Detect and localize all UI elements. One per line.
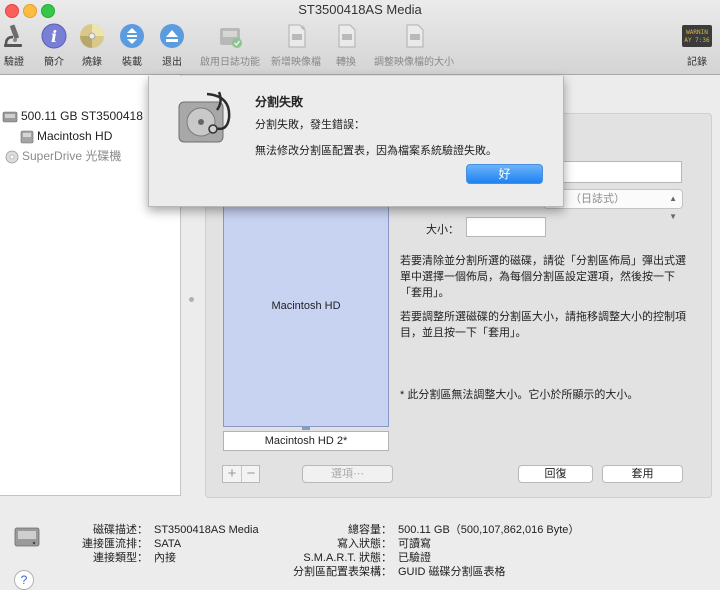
toolbar-label: 燒錄: [82, 57, 102, 68]
help-text-resize: 若要調整所選磁碟的分割區大小，請拖移調整大小的控制項目，並且按一下「套用」。: [400, 311, 686, 339]
toolbar-label: 簡介: [44, 57, 64, 68]
journal-icon: [220, 28, 242, 48]
new-image-button[interactable]: + 新增映像檔: [267, 22, 325, 68]
sidebar-item-superdrive[interactable]: SuperDrive 光碟機: [5, 146, 121, 166]
capacity-label: 總容量：: [348, 524, 392, 536]
size-label: 大小：: [426, 224, 459, 236]
connection-type-value: 內接: [154, 552, 176, 564]
bus-label: 連接匯流排：: [82, 538, 148, 550]
convert-icon: [338, 24, 356, 48]
alert-subtitle: 分割失敗，發生錯誤：: [255, 119, 365, 131]
partition-scheme-label: 分割區配置表架構：: [293, 566, 392, 578]
toolbar: ST3500418AS Media 驗證 i 簡介 燒錄 裝載 退出 啟用日誌功…: [0, 0, 720, 75]
log-icon: WARNIN AY 7:36: [682, 25, 712, 47]
options-button[interactable]: 選項⋯: [302, 465, 393, 483]
smart-status-value: 已驗證: [398, 552, 431, 564]
disk-info-icon: [14, 527, 40, 547]
add-remove-control: + −: [222, 465, 260, 483]
format-popup[interactable]: （日誌式） ▲ ▼: [543, 189, 683, 221]
window-title: ST3500418AS Media: [298, 2, 422, 17]
resize-note: * 此分割區無法調整大小。它小於所顯示的大小。: [400, 389, 639, 401]
partition-block-label: Macintosh HD: [271, 300, 341, 312]
svg-text:WARNIN: WARNIN: [686, 29, 708, 36]
alert-message: 無法修改分割區配置表，因為檔案系統驗證失敗。: [255, 145, 497, 157]
info-button[interactable]: i 簡介: [40, 22, 68, 68]
optical-drive-icon: [5, 150, 19, 164]
toolbar-label: 裝載: [122, 57, 142, 68]
resize-image-button[interactable]: 調整映像檔的大小: [370, 22, 458, 68]
eject-button[interactable]: 退出: [158, 22, 186, 68]
format-value: （日誌式）: [570, 193, 625, 205]
verify-button[interactable]: 驗證: [0, 22, 28, 68]
remove-partition-button[interactable]: −: [242, 466, 260, 482]
info-icon: i: [41, 23, 67, 49]
help-text-clear: 若要清除並分割所選的磁碟，請從「分割區佈局」彈出式選單中選擇一個佈局，為每個分割…: [400, 255, 686, 299]
resize-handle[interactable]: [302, 427, 310, 430]
disk-utility-icon: [178, 91, 231, 143]
hard-drive-icon: [2, 111, 18, 123]
error-alert-sheet: 分割失敗 分割失敗，發生錯誤： 無法修改分割區配置表，因為檔案系統驗證失敗。 好: [148, 76, 564, 207]
svg-text:+: +: [300, 23, 305, 33]
sidebar-item-volume[interactable]: Macintosh HD: [20, 126, 112, 146]
ok-button[interactable]: 好: [466, 164, 543, 184]
convert-button[interactable]: 轉換: [332, 22, 360, 68]
sidebar-item-label: 500.11 GB ST3500418: [21, 109, 143, 123]
mount-icon: [120, 24, 144, 48]
mount-button[interactable]: 裝載: [118, 22, 146, 68]
write-status-value: 可讀寫: [398, 538, 431, 550]
partition-scheme-value: GUID 磁碟分割區表格: [398, 566, 506, 578]
microscope-icon: [4, 24, 22, 47]
disk-description-value: ST3500418AS Media: [154, 524, 259, 536]
svg-text:AY 7:36: AY 7:36: [684, 37, 710, 44]
eject-icon: [160, 24, 184, 48]
popup-arrows-icon: ▲ ▼: [669, 194, 677, 221]
toolbar-label: 調整映像檔的大小: [374, 57, 454, 68]
partition-block[interactable]: Macintosh HD: [223, 205, 389, 427]
size-input[interactable]: [466, 217, 546, 237]
resize-image-icon: [406, 24, 424, 48]
sidebar-item-label: SuperDrive 光碟機: [22, 149, 122, 163]
add-partition-button[interactable]: +: [223, 466, 242, 482]
apply-button[interactable]: 套用: [602, 465, 683, 483]
smart-status-label: S.M.A.R.T. 狀態：: [303, 552, 392, 564]
svg-text:i: i: [51, 27, 57, 46]
toolbar-label: 轉換: [336, 57, 356, 68]
disk-description-label: 磁碟描述：: [93, 524, 148, 536]
connection-type-label: 連接類型：: [93, 552, 148, 564]
toolbar-label: 啟用日誌功能: [200, 57, 260, 68]
log-button[interactable]: WARNIN AY 7:36 記錄: [680, 22, 714, 68]
sidebar-item-label: Macintosh HD: [37, 129, 113, 143]
bus-value: SATA: [154, 538, 182, 550]
new-partition-name: Macintosh HD 2*: [223, 431, 389, 451]
toolbar-label: 退出: [162, 57, 182, 68]
burn-button[interactable]: 燒錄: [78, 22, 106, 68]
toolbar-label: 驗證: [4, 57, 24, 68]
help-button[interactable]: ?: [14, 570, 34, 590]
write-status-label: 寫入狀態：: [337, 538, 392, 550]
alert-title: 分割失敗: [255, 95, 304, 109]
capacity-value: 500.11 GB（500,107,862,016 Byte）: [398, 524, 580, 536]
new-image-icon: +: [288, 23, 306, 48]
toolbar-label: 新增映像檔: [271, 57, 321, 68]
volume-icon: [20, 130, 34, 144]
revert-button[interactable]: 回復: [518, 465, 593, 483]
toolbar-label: 記錄: [687, 57, 707, 68]
burn-disc-icon: [80, 24, 104, 48]
split-view-handle[interactable]: [189, 297, 194, 302]
enable-journaling-button[interactable]: 啟用日誌功能: [195, 22, 265, 68]
sidebar-item-disk[interactable]: 500.11 GB ST3500418: [2, 106, 143, 126]
